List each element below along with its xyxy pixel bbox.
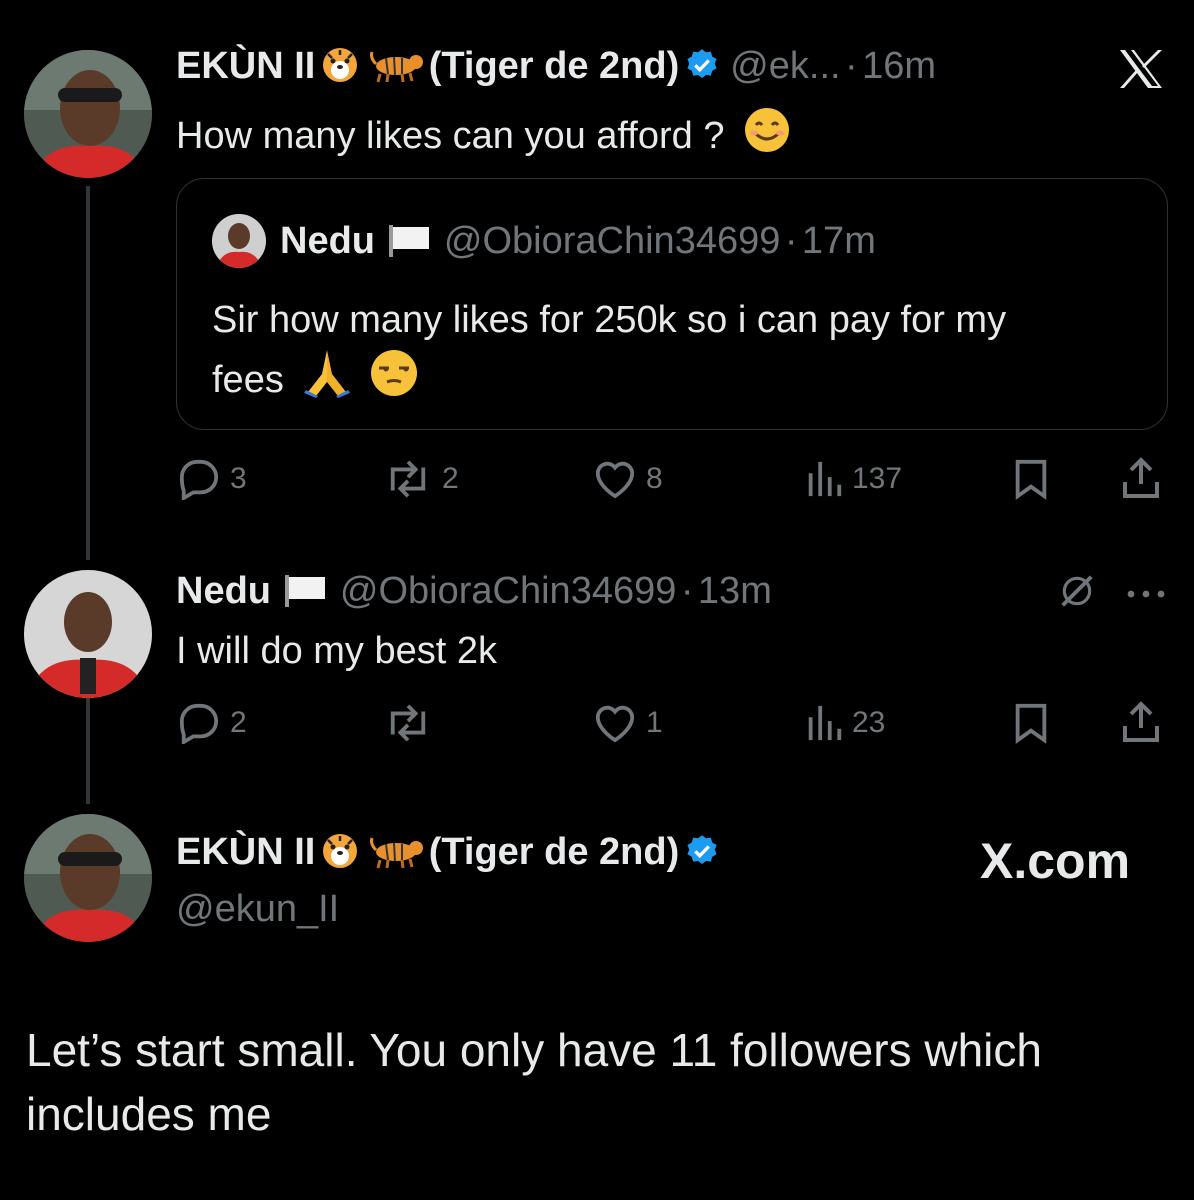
separator-dot: ·: [784, 220, 798, 262]
timestamp[interactable]: 13m: [698, 570, 772, 612]
folded-hands-icon: [300, 348, 354, 414]
display-name-suffix[interactable]: (Tiger de 2nd): [429, 45, 680, 87]
handle[interactable]: @ekun_II: [176, 888, 339, 931]
bookmark-icon: [1015, 703, 1047, 744]
reply-icon: [179, 703, 219, 744]
handle[interactable]: @ObioraChin34699: [340, 570, 676, 612]
tweet-text: Let’s start small. You only have 11 foll…: [26, 1024, 1042, 1140]
share-button[interactable]: [1120, 456, 1162, 500]
repost-button[interactable]: 2: [382, 458, 459, 500]
views-count: 23: [852, 706, 886, 739]
x-com-watermark: X.com: [980, 833, 1131, 889]
share-button[interactable]: [1120, 700, 1162, 744]
quote-timestamp[interactable]: 17m: [802, 220, 876, 262]
views-icon: [808, 461, 842, 497]
views-button[interactable]: 137: [804, 458, 902, 500]
avatar[interactable]: [24, 50, 152, 178]
thread-connector: [86, 186, 90, 560]
tweet-text: How many likes can you afford ?: [176, 106, 791, 164]
avatar[interactable]: [24, 570, 152, 698]
repost-button[interactable]: [382, 702, 434, 744]
quote-handle[interactable]: @ObioraChin34699: [444, 220, 780, 262]
quote-header: Nedu @ObioraChin34699 · 17m: [280, 220, 876, 263]
tweet-header: Nedu @ObioraChin34699 · 13m: [176, 570, 772, 613]
thread-connector: [86, 688, 90, 804]
like-button[interactable]: 8: [592, 458, 663, 500]
tiger-icon: [368, 46, 424, 89]
repost-count: 2: [442, 462, 459, 495]
bookmark-icon: [1015, 459, 1047, 500]
like-count: 8: [646, 462, 663, 495]
verified-badge-icon: [684, 47, 720, 83]
like-count: 1: [646, 706, 663, 739]
bookmark-button[interactable]: [1012, 702, 1050, 744]
quote-text: Sir how many likes for 250k so i can pay…: [212, 292, 1006, 414]
views-icon: [808, 705, 842, 741]
timestamp[interactable]: 16m: [862, 45, 936, 87]
bookmark-button[interactable]: [1012, 458, 1050, 500]
tweet-text: I will do my best 2k: [176, 630, 497, 672]
white-flag-icon: [283, 575, 327, 607]
tweet-header: EKÙN II (Tiger de 2nd): [176, 830, 720, 875]
reply-count: 3: [230, 462, 247, 495]
separator-dot: ·: [845, 45, 858, 87]
reply-icon: [179, 459, 219, 500]
tiger-face-icon: [320, 830, 360, 875]
separator-dot: ·: [680, 570, 694, 612]
display-name[interactable]: EKÙN II: [176, 45, 315, 87]
tweet-header: EKÙN II (Tiger de 2nd) @ek... · 16m: [176, 44, 936, 89]
heart-icon: [595, 705, 635, 743]
avatar[interactable]: [24, 814, 152, 942]
repost-icon: [390, 460, 426, 498]
quote-avatar[interactable]: [212, 214, 266, 268]
display-name[interactable]: Nedu: [176, 570, 271, 612]
views-count: 137: [852, 462, 903, 495]
repost-icon: [390, 704, 426, 742]
reply-button[interactable]: 2: [176, 702, 247, 744]
handle[interactable]: @ek...: [730, 45, 840, 87]
share-icon: [1123, 457, 1159, 498]
like-button[interactable]: 1: [592, 702, 663, 744]
share-icon: [1123, 701, 1159, 742]
white-flag-icon: [387, 225, 431, 257]
smiling-face-icon: [743, 106, 791, 164]
x-logo-icon[interactable]: [1118, 48, 1164, 95]
reply-count: 2: [230, 706, 247, 739]
tiger-face-icon: [320, 44, 360, 89]
grok-icon[interactable]: [1058, 572, 1096, 615]
views-button[interactable]: 23: [804, 702, 885, 744]
verified-badge-icon: [684, 833, 720, 869]
heart-icon: [595, 461, 635, 499]
display-name-suffix[interactable]: (Tiger de 2nd): [429, 831, 680, 873]
reply-button[interactable]: 3: [176, 458, 247, 500]
unamused-face-icon: [369, 348, 419, 414]
more-icon[interactable]: [1126, 586, 1166, 604]
tiger-icon: [368, 832, 424, 875]
display-name[interactable]: EKÙN II: [176, 831, 315, 873]
quote-display-name[interactable]: Nedu: [280, 220, 375, 262]
